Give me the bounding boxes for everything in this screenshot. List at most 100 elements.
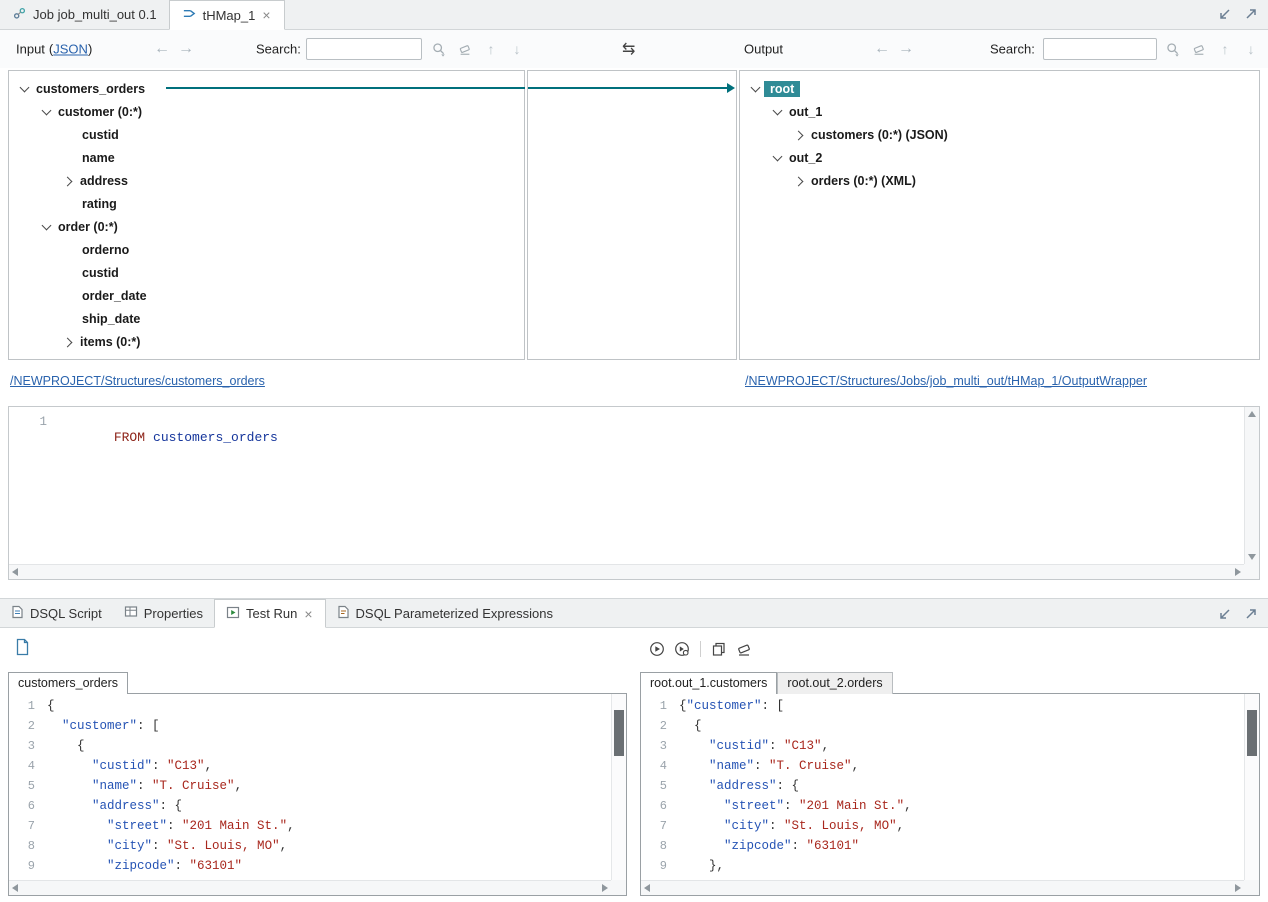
dsql-expression-editor[interactable]: 1 FROMcustomers_orders <box>8 406 1260 580</box>
scroll-right-arrow[interactable] <box>602 884 608 892</box>
chevron-right-icon[interactable] <box>61 334 77 350</box>
scroll-left-arrow[interactable] <box>644 884 650 892</box>
next-match-icon[interactable]: ↓ <box>1242 40 1260 58</box>
chevron-right-icon[interactable] <box>792 127 808 143</box>
scroll-left-arrow[interactable] <box>12 884 18 892</box>
chevron-down-icon[interactable] <box>39 104 55 120</box>
input-tree-item-ship-date[interactable]: ship_date <box>9 307 524 330</box>
chevron-down-icon[interactable] <box>770 104 786 120</box>
vertical-scrollbar[interactable] <box>1244 694 1259 880</box>
mapping-canvas[interactable] <box>527 70 737 360</box>
search-icon[interactable] <box>1164 40 1182 58</box>
output-structure-link[interactable]: /NEWPROJECT/Structures/Jobs/job_multi_ou… <box>745 374 1147 388</box>
input-tree-item-rating[interactable]: rating <box>9 192 524 215</box>
horizontal-scrollbar[interactable] <box>9 880 611 895</box>
tab-dsql-parameterized-expressions[interactable]: DSQL Parameterized Expressions <box>326 599 565 627</box>
maximize-view-icon[interactable] <box>1244 607 1258 621</box>
new-test-case-icon[interactable] <box>12 637 32 657</box>
input-search-input[interactable] <box>306 38 422 60</box>
run-icon[interactable] <box>648 640 666 658</box>
tab-thmap[interactable]: tHMap_1 × <box>169 0 285 30</box>
tab-dsql-script[interactable]: DSQL Script <box>0 599 113 627</box>
input-tree-item-address[interactable]: address <box>9 169 524 192</box>
code-text: "street": "201 Main St.", <box>47 816 295 836</box>
minimize-view-icon[interactable] <box>1218 7 1232 21</box>
previous-match-icon[interactable]: ↑ <box>482 40 500 58</box>
mapping-connection-arrowhead <box>727 83 735 93</box>
horizontal-scrollbar[interactable] <box>641 880 1244 895</box>
clear-search-icon[interactable] <box>1190 40 1208 58</box>
input-format-link[interactable]: JSON <box>53 42 88 57</box>
input-header: Input (JSON) <box>16 42 92 57</box>
tab-customers-orders[interactable]: customers_orders <box>8 672 128 694</box>
chevron-down-icon[interactable] <box>39 219 55 235</box>
mapping-connection-line[interactable] <box>166 87 525 89</box>
output-tree-item-out-2[interactable]: out_2 <box>740 146 1259 169</box>
swap-input-output-icon[interactable]: ⇆ <box>622 39 635 59</box>
mapping-connection-line[interactable] <box>528 87 727 89</box>
scroll-right-arrow[interactable] <box>1235 884 1241 892</box>
vertical-scrollbar[interactable] <box>611 694 626 880</box>
line-number: 6 <box>9 796 35 816</box>
chevron-right-icon[interactable] <box>61 173 77 189</box>
scroll-left-arrow[interactable] <box>12 568 18 576</box>
clear-output-icon[interactable] <box>735 640 753 658</box>
chevron-down-icon[interactable] <box>770 150 786 166</box>
line-number: 3 <box>9 736 35 756</box>
scroll-right-arrow[interactable] <box>1235 568 1241 576</box>
scrollbar-thumb[interactable] <box>614 710 624 756</box>
output-tree-item-out-1[interactable]: out_1 <box>740 100 1259 123</box>
vertical-scrollbar[interactable] <box>1244 407 1259 564</box>
previous-match-icon[interactable]: ↑ <box>1216 40 1234 58</box>
scrollbar-thumb[interactable] <box>1247 710 1257 756</box>
tree-item-label: root <box>764 81 800 97</box>
duplicate-output-icon[interactable] <box>710 640 728 658</box>
chevron-down-icon[interactable] <box>17 81 33 97</box>
input-tree-item-items-0[interactable]: items (0:*) <box>9 330 524 353</box>
clear-search-icon[interactable] <box>456 40 474 58</box>
chevron-right-icon[interactable] <box>792 173 808 189</box>
tab-root-out1-customers[interactable]: root.out_1.customers <box>640 672 777 694</box>
tab-root-out2-orders[interactable]: root.out_2.orders <box>777 672 892 694</box>
maximize-view-icon[interactable] <box>1244 7 1258 21</box>
output-tree-item-orders-0-xml[interactable]: orders (0:*) (XML) <box>740 169 1259 192</box>
search-icon[interactable] <box>430 40 448 58</box>
expression-keyword: FROM <box>114 430 145 445</box>
scrollbar-corner <box>1244 564 1259 579</box>
scroll-down-arrow[interactable] <box>1248 554 1256 560</box>
line-number: 7 <box>9 816 35 836</box>
input-structure-link[interactable]: /NEWPROJECT/Structures/customers_orders <box>10 374 265 388</box>
output-tree-item-customers-0-json[interactable]: customers (0:*) (JSON) <box>740 123 1259 146</box>
line-number: 4 <box>641 756 667 776</box>
input-tree-item-custid[interactable]: custid <box>9 261 524 284</box>
output-tree-item-root[interactable]: root <box>740 77 1259 100</box>
close-icon[interactable]: × <box>303 607 313 621</box>
next-match-icon[interactable]: ↓ <box>508 40 526 58</box>
scroll-up-arrow[interactable] <box>1248 411 1256 417</box>
code-line: 1{ <box>9 696 611 716</box>
tab-test-run[interactable]: Test Run × <box>214 599 326 628</box>
mapping-toolbar: Input (JSON) ← → Search: ↑ ↓ ⇆ Output ← … <box>0 30 1268 68</box>
input-tree-item-name[interactable]: name <box>9 146 524 169</box>
input-tree-item-order-date[interactable]: order_date <box>9 284 524 307</box>
forward-arrow-icon[interactable]: → <box>174 40 198 58</box>
back-arrow-icon[interactable]: ← <box>150 40 174 58</box>
run-with-configuration-icon[interactable] <box>673 640 691 658</box>
tab-job[interactable]: Job job_multi_out 0.1 <box>0 0 169 29</box>
input-tree-item-order-0[interactable]: order (0:*) <box>9 215 524 238</box>
input-result-body[interactable]: 1{2 "customer": [3 {4 "custid": "C13",5 … <box>8 693 627 896</box>
close-icon[interactable]: × <box>261 8 271 22</box>
output-result-body[interactable]: 1{"customer": [2 {3 "custid": "C13",4 "n… <box>640 693 1260 896</box>
forward-arrow-icon[interactable]: → <box>894 40 918 58</box>
input-tree-item-orderno[interactable]: orderno <box>9 238 524 261</box>
editor-corner-icons <box>1218 7 1258 21</box>
horizontal-scrollbar[interactable] <box>9 564 1244 579</box>
output-search-input[interactable] <box>1043 38 1157 60</box>
input-tree-item-customer-0[interactable]: customer (0:*) <box>9 100 524 123</box>
input-tree-item-custid[interactable]: custid <box>9 123 524 146</box>
minimize-view-icon[interactable] <box>1218 607 1232 621</box>
chevron-down-icon[interactable] <box>748 81 764 97</box>
input-search-label: Search: <box>256 42 301 57</box>
back-arrow-icon[interactable]: ← <box>870 40 894 58</box>
tab-properties[interactable]: Properties <box>113 599 214 627</box>
